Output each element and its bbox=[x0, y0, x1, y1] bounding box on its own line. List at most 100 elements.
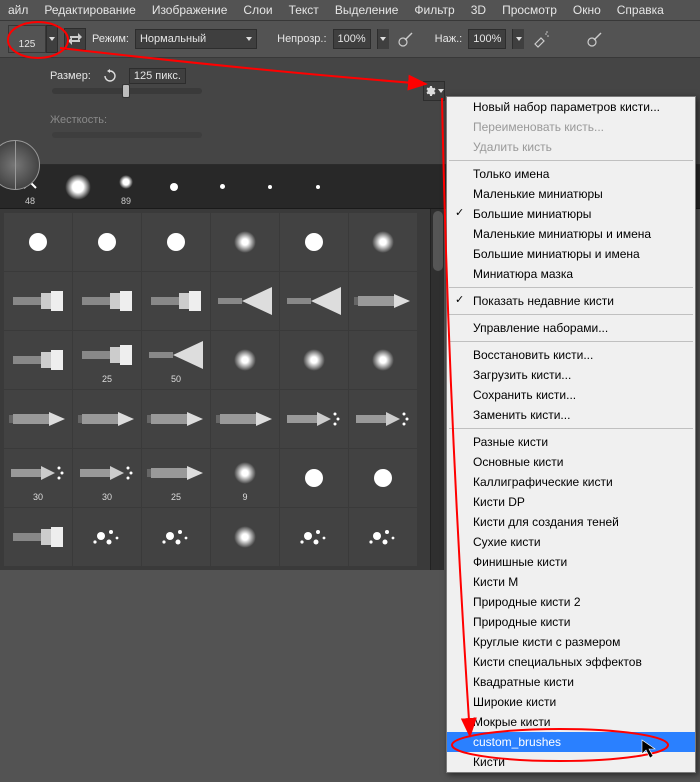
size-slider[interactable] bbox=[52, 88, 202, 94]
recent-brush-item[interactable] bbox=[152, 173, 196, 201]
menu-item[interactable]: Управление наборами... bbox=[447, 318, 695, 338]
brush-grid-cell[interactable] bbox=[349, 331, 417, 389]
brush-grid-cell[interactable] bbox=[211, 331, 279, 389]
brush-grid-cell[interactable]: 50 bbox=[142, 331, 210, 389]
brush-grid-cell[interactable] bbox=[211, 272, 279, 330]
menu-item[interactable]: Большие миниатюры bbox=[447, 204, 695, 224]
brush-grid-cell[interactable] bbox=[211, 213, 279, 271]
menu-item[interactable]: Кисти специальных эффектов bbox=[447, 652, 695, 672]
menu-item[interactable]: Сухие кисти bbox=[447, 532, 695, 552]
brush-grid-cell[interactable] bbox=[4, 213, 72, 271]
brush-grid-cell[interactable]: 25 bbox=[73, 331, 141, 389]
brush-thumb bbox=[215, 282, 275, 320]
menu-view[interactable]: Просмотр bbox=[494, 3, 565, 17]
menu-file[interactable]: айл bbox=[0, 3, 36, 17]
brush-grid-cell[interactable]: 25 bbox=[142, 449, 210, 507]
brush-grid-cell[interactable] bbox=[280, 390, 348, 448]
brush-grid-cell[interactable] bbox=[73, 508, 141, 566]
brush-grid-cell[interactable] bbox=[211, 508, 279, 566]
brush-grid-scrollbar[interactable] bbox=[430, 209, 444, 570]
brush-grid-cell[interactable] bbox=[73, 213, 141, 271]
menu-3d[interactable]: 3D bbox=[463, 3, 494, 17]
brush-grid-cell[interactable] bbox=[280, 272, 348, 330]
pressure-opacity-button[interactable] bbox=[395, 28, 417, 50]
menu-filter[interactable]: Фильтр bbox=[406, 3, 462, 17]
menu-help[interactable]: Справка bbox=[609, 3, 672, 17]
menu-item[interactable]: Маленькие миниатюры bbox=[447, 184, 695, 204]
menu-layers[interactable]: Слои bbox=[235, 3, 280, 17]
menu-item[interactable]: Только имена bbox=[447, 164, 695, 184]
menu-item[interactable]: Кисти DP bbox=[447, 492, 695, 512]
menu-item[interactable]: Восстановить кисти... bbox=[447, 345, 695, 365]
menu-item[interactable]: Кисти bbox=[447, 752, 695, 772]
opacity-input[interactable]: 100% bbox=[333, 29, 371, 49]
menu-item[interactable]: Основные кисти bbox=[447, 452, 695, 472]
brush-grid-cell[interactable]: 9 bbox=[211, 449, 279, 507]
brush-size-field[interactable]: 125 bbox=[8, 25, 46, 53]
menu-item[interactable]: Большие миниатюры и имена bbox=[447, 244, 695, 264]
brush-grid-cell[interactable] bbox=[280, 213, 348, 271]
menu-item[interactable]: Кисти для создания теней bbox=[447, 512, 695, 532]
menu-select[interactable]: Выделение bbox=[327, 3, 407, 17]
menu-item[interactable]: Новый набор параметров кисти... bbox=[447, 97, 695, 117]
recent-brush-item[interactable] bbox=[56, 173, 100, 201]
brush-grid-cell[interactable] bbox=[349, 390, 417, 448]
menu-item[interactable]: Каллиграфические кисти bbox=[447, 472, 695, 492]
flow-input[interactable]: 100% bbox=[468, 29, 506, 49]
brush-grid-cell[interactable] bbox=[142, 213, 210, 271]
menu-item[interactable]: Маленькие миниатюры и имена bbox=[447, 224, 695, 244]
brush-grid-cell[interactable] bbox=[73, 390, 141, 448]
mode-select[interactable]: Нормальный bbox=[135, 29, 257, 49]
menu-item[interactable]: Финишные кисти bbox=[447, 552, 695, 572]
brush-grid-cell[interactable] bbox=[349, 449, 417, 507]
menu-item[interactable]: Кисти M bbox=[447, 572, 695, 592]
brush-grid-cell[interactable] bbox=[4, 272, 72, 330]
menu-item[interactable]: Заменить кисти... bbox=[447, 405, 695, 425]
brush-grid-cell[interactable]: 30 bbox=[4, 449, 72, 507]
menu-item[interactable]: Природные кисти 2 bbox=[447, 592, 695, 612]
brush-grid-cell[interactable] bbox=[349, 272, 417, 330]
recent-brush-item[interactable] bbox=[296, 173, 340, 201]
brush-grid-cell[interactable] bbox=[142, 508, 210, 566]
brush-size-dropdown[interactable] bbox=[46, 25, 58, 53]
menu-edit[interactable]: Редактирование bbox=[36, 3, 143, 17]
menu-item[interactable]: Показать недавние кисти bbox=[447, 291, 695, 311]
menu-window[interactable]: Окно bbox=[565, 3, 609, 17]
menu-item[interactable]: Загрузить кисти... bbox=[447, 365, 695, 385]
menu-item[interactable]: Сохранить кисти... bbox=[447, 385, 695, 405]
brush-grid-cell[interactable] bbox=[280, 449, 348, 507]
menu-item[interactable]: Квадратные кисти bbox=[447, 672, 695, 692]
brush-grid-cell[interactable] bbox=[349, 508, 417, 566]
brush-swap-button[interactable] bbox=[64, 28, 86, 50]
brush-grid-cell[interactable] bbox=[4, 331, 72, 389]
brush-grid-cell[interactable] bbox=[142, 272, 210, 330]
recent-brush-item[interactable] bbox=[200, 173, 244, 201]
recent-brush-item[interactable]: 89 bbox=[104, 168, 148, 206]
menu-item[interactable]: Природные кисти bbox=[447, 612, 695, 632]
menu-item[interactable]: Миниатюра мазка bbox=[447, 264, 695, 284]
menu-item[interactable]: Широкие кисти bbox=[447, 692, 695, 712]
menu-image[interactable]: Изображение bbox=[144, 3, 236, 17]
brush-menu-gear-button[interactable] bbox=[423, 81, 445, 101]
brush-grid-cell[interactable] bbox=[280, 508, 348, 566]
menu-text[interactable]: Текст bbox=[281, 3, 327, 17]
brush-grid-cell[interactable] bbox=[142, 390, 210, 448]
brush-grid-cell[interactable] bbox=[211, 390, 279, 448]
brush-grid-cell[interactable]: 30 bbox=[73, 449, 141, 507]
brush-grid-cell[interactable] bbox=[4, 508, 72, 566]
size-input[interactable]: 125 пикс. bbox=[129, 68, 186, 84]
brush-grid-cell[interactable] bbox=[4, 390, 72, 448]
flow-dropdown[interactable] bbox=[512, 29, 524, 49]
menu-item[interactable]: Мокрые кисти bbox=[447, 712, 695, 732]
recent-brush-item[interactable] bbox=[248, 173, 292, 201]
menu-item[interactable]: custom_brushes bbox=[447, 732, 695, 752]
pressure-size-button[interactable] bbox=[584, 28, 606, 50]
brush-grid-cell[interactable] bbox=[349, 213, 417, 271]
reset-size-button[interactable] bbox=[101, 67, 119, 85]
brush-grid-cell[interactable] bbox=[280, 331, 348, 389]
menu-item[interactable]: Разные кисти bbox=[447, 432, 695, 452]
brush-grid-cell[interactable] bbox=[73, 272, 141, 330]
menu-item[interactable]: Круглые кисти с размером bbox=[447, 632, 695, 652]
opacity-dropdown[interactable] bbox=[377, 29, 389, 49]
airbrush-button[interactable] bbox=[530, 28, 552, 50]
